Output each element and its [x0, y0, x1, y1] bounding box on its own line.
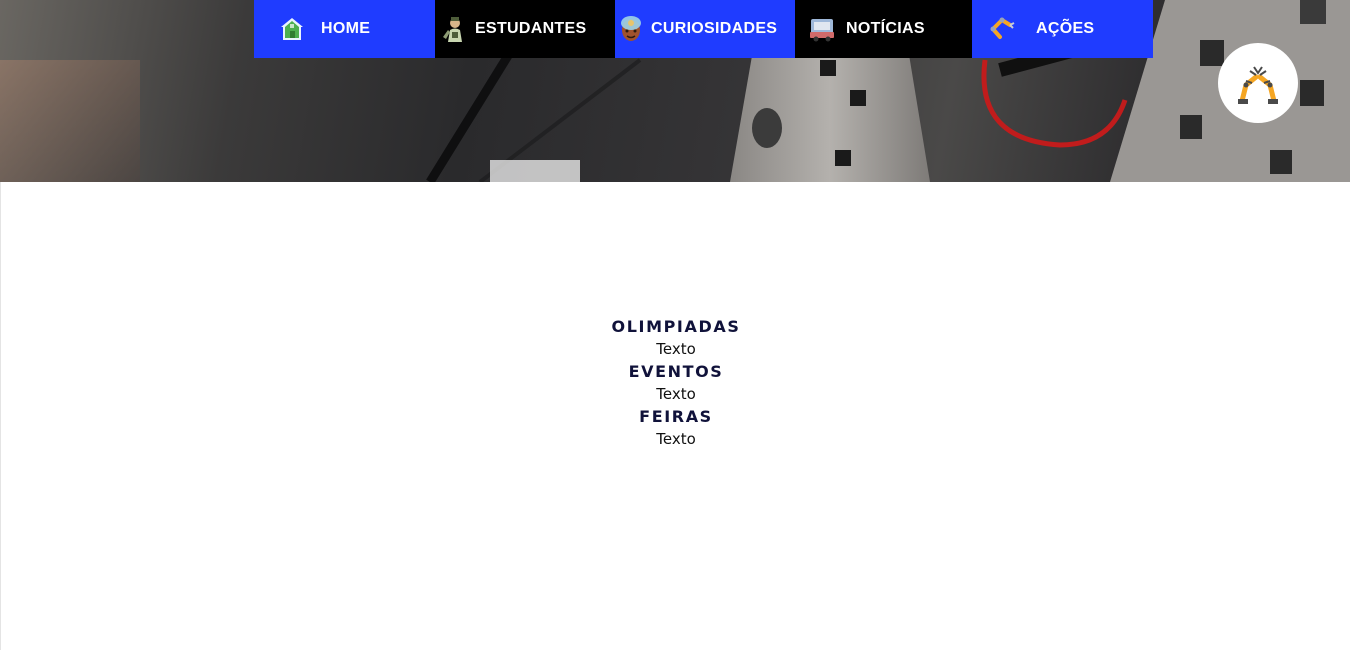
main-content: OLIMPIADAS Texto EVENTOS Texto FEIRAS Te… — [0, 182, 1350, 650]
section-text-olimpiadas: Texto — [656, 340, 696, 358]
newspaper-truck-icon — [808, 15, 836, 43]
nav-item-noticias[interactable]: NOTÍCIAS — [795, 0, 972, 58]
page: HOME ESTUDANTES CURIOSIDADES NOTÍCIAS AÇ… — [0, 0, 1350, 650]
robot-arm-icon — [988, 15, 1016, 43]
section-text-feiras: Texto — [656, 430, 696, 448]
house-icon — [278, 15, 306, 43]
nav-label-acoes: AÇÕES — [1036, 20, 1095, 37]
nav-item-home[interactable]: HOME — [254, 0, 435, 58]
site-logo[interactable] — [1218, 43, 1298, 123]
section-olimpiadas: OLIMPIADAS Texto — [1, 316, 1350, 361]
section-title-eventos: EVENTOS — [628, 362, 724, 381]
nav-item-estudantes[interactable]: ESTUDANTES — [435, 0, 615, 58]
section-text-eventos: Texto — [656, 385, 696, 403]
section-feiras: FEIRAS Texto — [1, 406, 1350, 451]
nav-item-acoes[interactable]: AÇÕES — [972, 0, 1153, 58]
nav-label-curiosidades: CURIOSIDADES — [651, 20, 778, 37]
actions-list: OLIMPIADAS Texto EVENTOS Texto FEIRAS Te… — [1, 316, 1350, 451]
nav-label-estudantes: ESTUDANTES — [475, 20, 587, 37]
section-title-olimpiadas: OLIMPIADAS — [611, 317, 741, 336]
section-title-feiras: FEIRAS — [639, 407, 713, 426]
nav-label-noticias: NOTÍCIAS — [846, 20, 925, 37]
section-eventos: EVENTOS Texto — [1, 361, 1350, 406]
curious-face-icon — [617, 15, 645, 43]
main-nav: HOME ESTUDANTES CURIOSIDADES NOTÍCIAS AÇ… — [254, 0, 1153, 58]
student-icon — [439, 15, 467, 43]
nav-label-home: HOME — [321, 20, 371, 37]
robotic-arms-logo-icon — [1238, 66, 1278, 104]
nav-item-curiosidades[interactable]: CURIOSIDADES — [615, 0, 795, 58]
